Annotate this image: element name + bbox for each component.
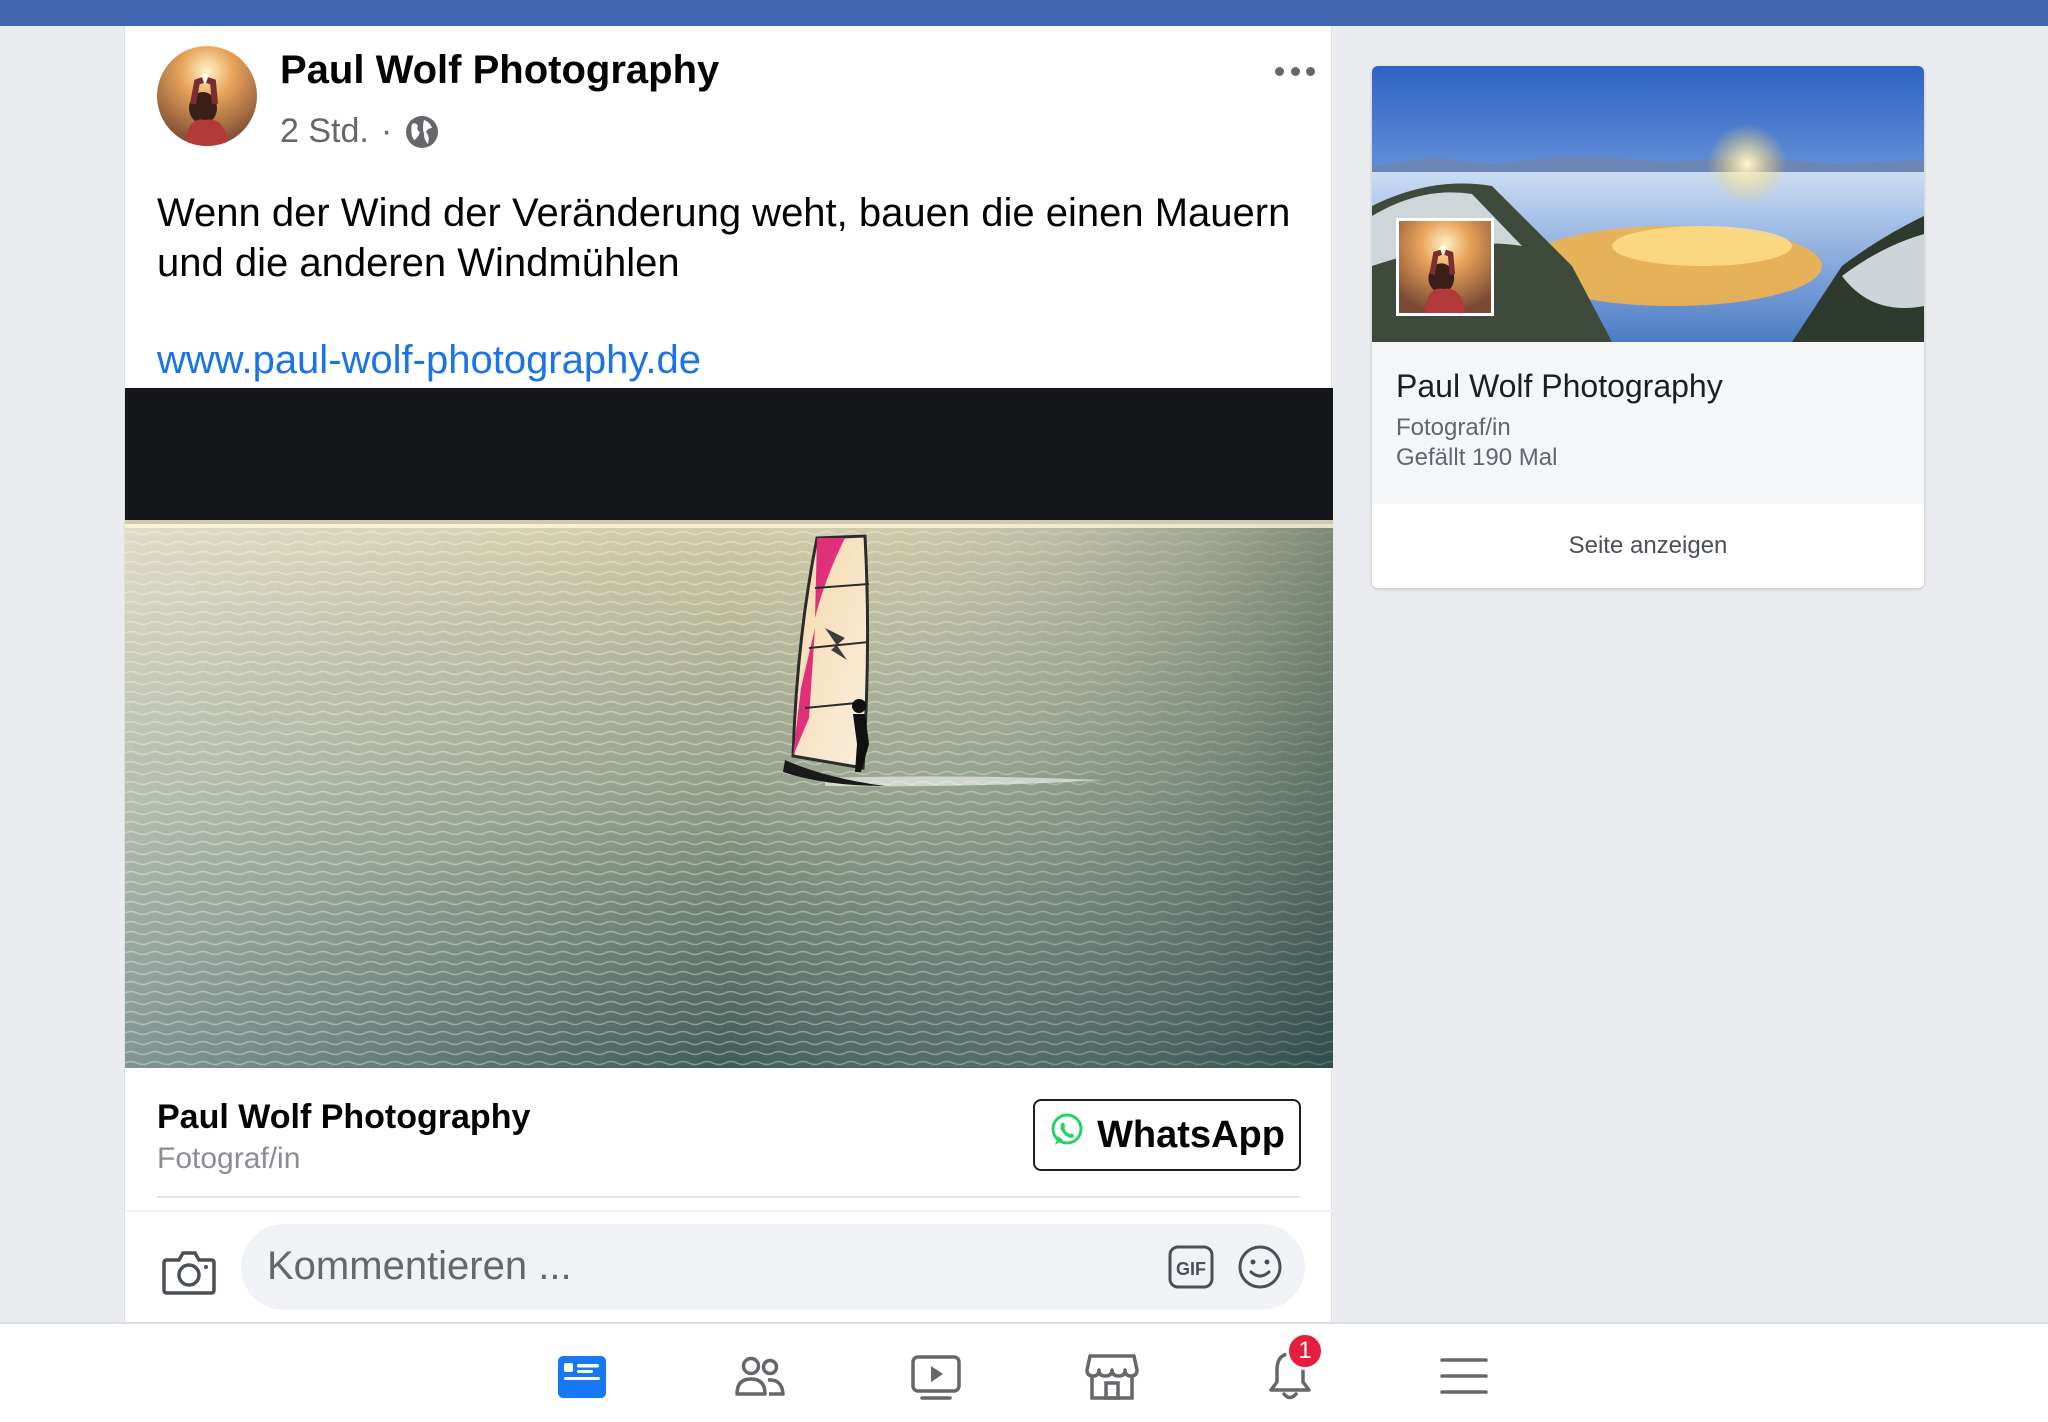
post-author-name[interactable]: Paul Wolf Photography [280, 48, 719, 93]
feed-post: Paul Wolf Photography 2 Std. · Wenn der … [124, 26, 1333, 1323]
bell-icon[interactable]: 1 [1260, 1332, 1324, 1406]
emoji-icon[interactable] [1237, 1244, 1283, 1290]
cover-photo[interactable] [1372, 66, 1924, 342]
video-icon[interactable] [906, 1346, 966, 1406]
divider [125, 1210, 1333, 1212]
page-preview-card: Paul Wolf Photography Fotograf/in Gefäll… [1372, 66, 1924, 588]
comment-placeholder: Kommentieren ... [267, 1244, 572, 1288]
view-page-button[interactable]: Seite anzeigen [1372, 504, 1924, 588]
page-name[interactable]: Paul Wolf Photography [1396, 368, 1723, 405]
cta-page-name[interactable]: Paul Wolf Photography [157, 1098, 530, 1137]
whatsapp-icon [1049, 1112, 1085, 1158]
post-photo[interactable] [125, 388, 1333, 1068]
top-bar [0, 0, 2048, 26]
divider [157, 1196, 1301, 1198]
post-text: Wenn der Wind der Veränderung weht, baue… [157, 191, 1291, 285]
gif-icon[interactable]: GIF [1167, 1244, 1215, 1290]
marketplace-icon[interactable] [1082, 1346, 1142, 1406]
whatsapp-button[interactable]: WhatsApp [1033, 1099, 1301, 1171]
page-category: Fotograf/in [1396, 414, 1511, 441]
post-time[interactable]: 2 Std. [280, 112, 369, 151]
post-meta: 2 Std. · [280, 112, 440, 151]
camera-icon[interactable] [161, 1246, 217, 1296]
comment-input[interactable]: Kommentieren ... GIF [241, 1224, 1305, 1310]
meta-separator: · [380, 112, 393, 150]
more-options-icon[interactable] [1275, 62, 1315, 80]
post-link[interactable]: www.paul-wolf-photography.de [157, 338, 701, 383]
bottom-navigation: 1 [0, 1322, 2048, 1422]
hamburger-menu-icon[interactable] [1434, 1346, 1494, 1406]
whatsapp-button-label: WhatsApp [1097, 1113, 1285, 1156]
cta-page-category: Fotograf/in [157, 1142, 301, 1175]
page-avatar[interactable] [1396, 218, 1494, 316]
notification-badge: 1 [1286, 1332, 1324, 1370]
friends-icon[interactable] [730, 1346, 790, 1406]
news-feed-icon[interactable] [552, 1346, 612, 1406]
svg-text:GIF: GIF [1176, 1259, 1206, 1279]
author-avatar[interactable] [157, 46, 257, 146]
globe-icon [404, 114, 440, 150]
page-likes: Gefällt 190 Mal [1396, 444, 1558, 471]
